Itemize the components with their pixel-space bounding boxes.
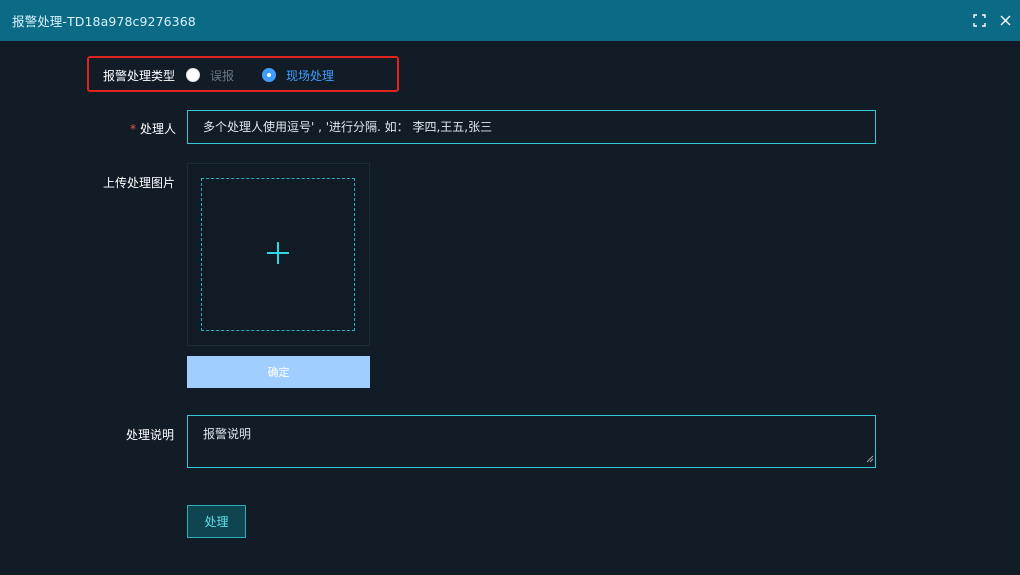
handling-type-label: 报警处理类型 — [103, 69, 176, 83]
confirm-upload-button[interactable]: 确定 — [187, 356, 370, 388]
upload-dropzone[interactable] — [201, 178, 355, 331]
radio-false-alarm-dot[interactable] — [186, 68, 200, 82]
radio-onsite-handling-label: 现场处理 — [286, 68, 335, 83]
handler-input[interactable]: 多个处理人使用逗号' , '进行分隔. 如： 李四,王五,张三 — [187, 110, 876, 144]
title-actions — [972, 0, 1012, 41]
required-mark: * — [130, 122, 136, 136]
handler-label: * 处理人 — [130, 120, 176, 137]
upload-image-label: 上传处理图片 — [103, 176, 176, 190]
radio-onsite-handling-dot[interactable] — [262, 68, 277, 82]
description-textarea[interactable]: 报警说明 — [187, 415, 876, 468]
submit-handle-button[interactable]: 处理 — [187, 505, 246, 538]
description-label: 处理说明 — [126, 428, 175, 442]
dialog-title: 报警处理-TD18a978c9276368 — [12, 14, 196, 29]
handler-label-text: 处理人 — [140, 122, 177, 136]
alarm-handling-dialog: 报警处理-TD18a978c9276368 报警处理类型 误报 现场处理 *处 — [0, 0, 1020, 575]
radio-false-alarm-label: 误报 — [210, 68, 235, 83]
close-icon[interactable] — [998, 14, 1012, 28]
resize-grip-icon[interactable] — [866, 452, 874, 466]
radio-onsite-handling[interactable]: 现场处理 — [262, 67, 334, 84]
plus-icon — [266, 241, 290, 269]
dialog-titlebar: 报警处理-TD18a978c9276368 — [0, 0, 1020, 41]
radio-false-alarm[interactable]: 误报 — [186, 67, 234, 84]
handling-type-radio-group: 误报 现场处理 — [186, 67, 334, 83]
maximize-icon[interactable] — [972, 14, 986, 28]
description-placeholder: 报警说明 — [203, 427, 252, 441]
